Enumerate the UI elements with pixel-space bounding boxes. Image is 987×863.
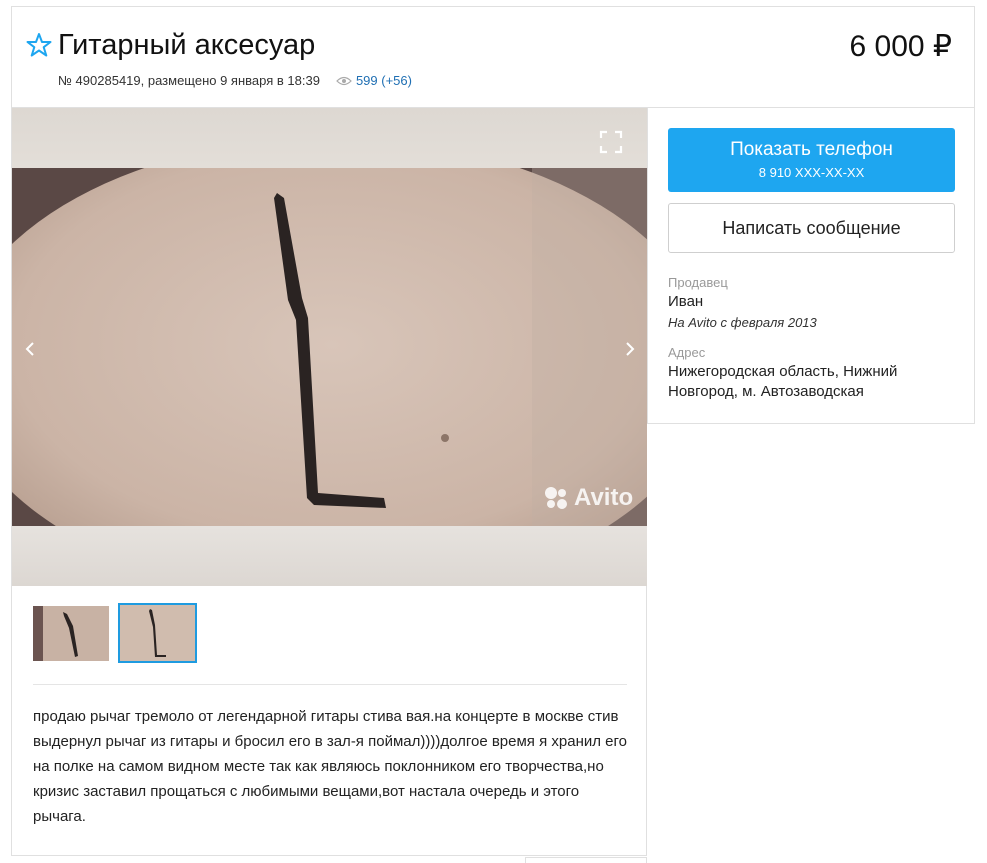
show-phone-label: Показать телефон bbox=[730, 139, 893, 160]
avito-watermark: Avito bbox=[542, 484, 633, 512]
listing-header: Гитарный аксесуар № 490285419, размещено… bbox=[11, 6, 975, 108]
page-title: Гитарный аксесуар bbox=[58, 29, 316, 61]
watermark-text: Avito bbox=[574, 484, 634, 511]
address-label: Адрес bbox=[668, 345, 706, 360]
photo-blur-top bbox=[12, 108, 647, 168]
star-icon[interactable] bbox=[26, 32, 52, 58]
thumbnails-and-description: продаю рычаг тремоло от легендарной гита… bbox=[11, 586, 647, 856]
eye-icon bbox=[336, 76, 352, 85]
price: 6 000 ₽ bbox=[849, 30, 953, 63]
listing-meta: № 490285419, размещено 9 января в 18:39 … bbox=[58, 73, 412, 88]
contact-sidebar: Показать телефон 8 910 XXX-XX-XX Написат… bbox=[647, 108, 975, 424]
divider bbox=[33, 684, 627, 685]
seller-label: Продавец bbox=[668, 275, 728, 290]
prev-photo-button[interactable] bbox=[20, 334, 40, 364]
main-photo[interactable] bbox=[12, 168, 647, 526]
footer-edge bbox=[525, 857, 647, 863]
seller-name[interactable]: Иван bbox=[668, 293, 703, 310]
photo-blur-bottom bbox=[12, 526, 647, 586]
chevron-left-icon bbox=[25, 342, 34, 356]
views-counter[interactable]: 599 (+56) bbox=[336, 73, 412, 88]
next-photo-button[interactable] bbox=[620, 334, 640, 364]
photo-gallery[interactable]: Avito bbox=[11, 108, 647, 586]
chevron-right-icon bbox=[626, 342, 635, 356]
address-value: Нижегородская область, Нижний Новгород, … bbox=[668, 363, 898, 400]
listing-number-date: № 490285419, размещено 9 января в 18:39 bbox=[58, 73, 320, 88]
thumbnail[interactable] bbox=[33, 606, 109, 661]
phone-masked: 8 910 XXX-XX-XX bbox=[758, 165, 865, 180]
avito-logo-icon bbox=[545, 487, 567, 509]
show-phone-button[interactable]: Показать телефон 8 910 XXX-XX-XX bbox=[668, 128, 955, 192]
views-count: 599 (+56) bbox=[355, 73, 412, 88]
fullscreen-icon[interactable] bbox=[599, 130, 623, 154]
write-message-button[interactable]: Написать сообщение bbox=[668, 203, 955, 253]
thumbnail-selected[interactable] bbox=[118, 603, 197, 663]
seller-since: На Avito с февраля 2013 bbox=[668, 315, 817, 330]
listing-description: продаю рычаг тремоло от легендарной гита… bbox=[33, 708, 627, 825]
